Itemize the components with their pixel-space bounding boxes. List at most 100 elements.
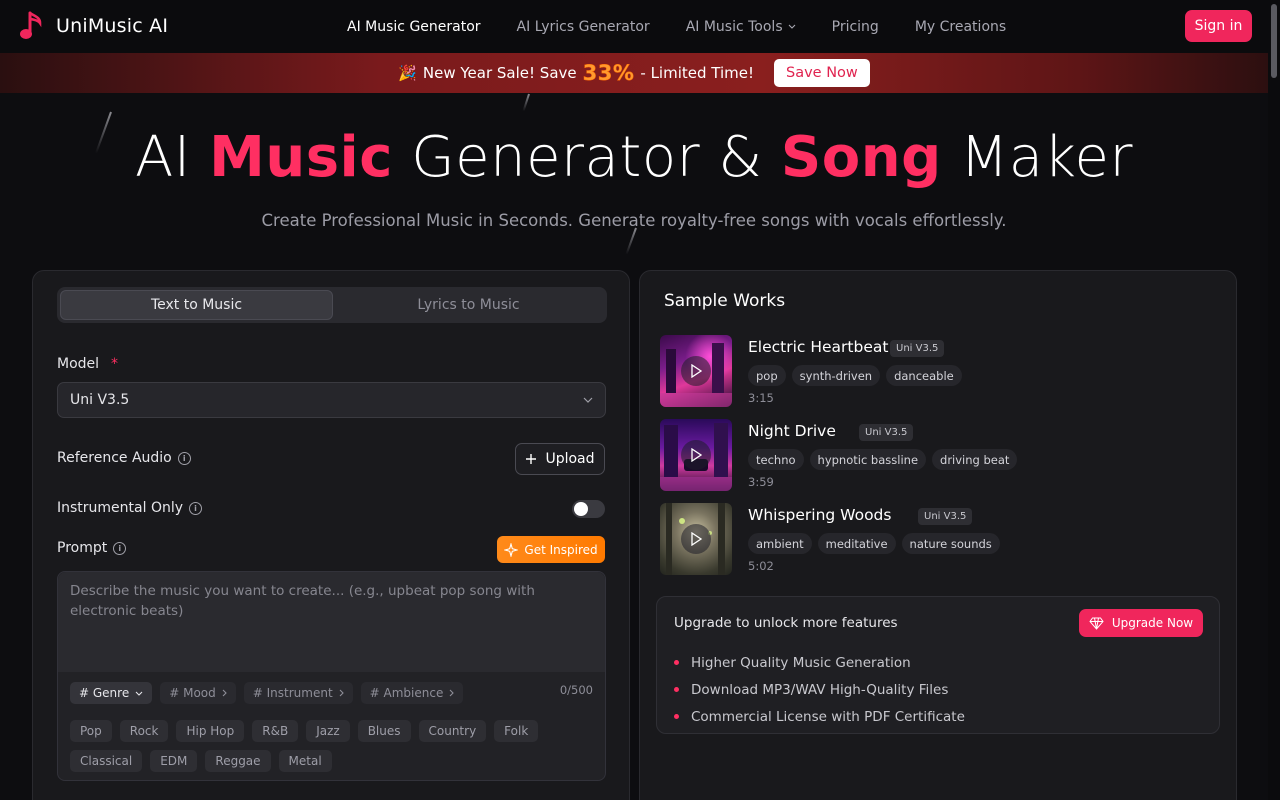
track-cover	[660, 419, 732, 491]
prompt-box: Describe the music you want to create...…	[57, 571, 606, 781]
track-tag: nature sounds	[901, 533, 1000, 554]
nav-pricing[interactable]: Pricing	[832, 19, 879, 35]
tag-tab-instrument[interactable]: # Instrument	[243, 682, 353, 704]
tag-tab-ambience-label: # Ambience	[369, 686, 444, 700]
genre-chip[interactable]: Pop	[70, 720, 112, 742]
page-scrollbar[interactable]	[1268, 0, 1280, 800]
upgrade-card: Upgrade to unlock more features Upgrade …	[656, 596, 1220, 734]
promo-lead: New Year Sale! Save	[422, 64, 577, 82]
mode-tabs: Text to Music Lyrics to Music	[57, 287, 607, 323]
upload-button[interactable]: Upload	[515, 443, 605, 475]
instrumental-label: Instrumental Only i	[57, 500, 203, 516]
save-now-button[interactable]: Save Now	[774, 59, 870, 87]
info-icon[interactable]: i	[113, 541, 127, 555]
chevron-down-icon	[135, 691, 143, 696]
upgrade-now-button[interactable]: Upgrade Now	[1079, 609, 1203, 637]
nav-my-creations[interactable]: My Creations	[915, 19, 1006, 35]
instrumental-toggle[interactable]	[572, 500, 605, 518]
hero-title-part: Generator &	[392, 125, 781, 190]
track-tags: pop synth-driven danceable	[748, 365, 962, 386]
feature-list: Higher Quality Music Generation Download…	[674, 649, 965, 730]
genre-chip[interactable]: Folk	[494, 720, 539, 742]
genre-chip[interactable]: Hip Hop	[176, 720, 245, 742]
bullet-dot	[674, 714, 679, 719]
hero-title: AI Music Generator & Song Maker	[0, 125, 1268, 190]
nav-ai-music-generator[interactable]: AI Music Generator	[347, 19, 481, 35]
genre-chip[interactable]: Blues	[357, 720, 411, 742]
info-icon[interactable]: i	[177, 451, 191, 465]
track-item[interactable]: Whispering Woods Uni V3.5 ambient medita…	[660, 503, 1220, 577]
chevron-right-icon	[222, 689, 227, 697]
genre-chip[interactable]: EDM	[150, 750, 198, 772]
track-tag: danceable	[886, 365, 962, 386]
feature-text: Download MP3/WAV High-Quality Files	[691, 681, 949, 698]
top-nav: UniMusic AI AI Music Generator AI Lyrics…	[0, 0, 1280, 53]
model-select[interactable]: Uni V3.5	[57, 382, 606, 418]
play-icon	[691, 448, 702, 462]
tag-tab-mood[interactable]: # Mood	[160, 682, 236, 704]
brand-name: UniMusic AI	[56, 15, 169, 37]
track-tag: driving beat	[932, 449, 1018, 470]
track-item[interactable]: Electric Heartbeat Uni V3.5 pop synth-dr…	[660, 335, 1220, 409]
track-tag: synth-driven	[791, 365, 881, 386]
play-button[interactable]	[681, 524, 711, 554]
track-title: Electric Heartbeat	[748, 338, 889, 356]
genre-chip[interactable]: Metal	[278, 750, 332, 772]
brand[interactable]: UniMusic AI	[18, 10, 168, 42]
bullet-dot	[674, 660, 679, 665]
feature-item: Commercial License with PDF Certificate	[674, 703, 965, 730]
hero-title-part: Maker	[941, 125, 1133, 190]
genre-chip[interactable]: Jazz	[306, 720, 350, 742]
reference-audio-label: Reference Audio i	[57, 450, 191, 466]
genre-chip[interactable]: Rock	[119, 720, 169, 742]
hero-subtitle: Create Professional Music in Seconds. Ge…	[261, 211, 1007, 230]
track-duration: 5:02	[748, 559, 774, 573]
genre-chips: Pop Rock Hip Hop R&B Jazz Blues Country …	[70, 720, 540, 772]
party-popper-icon: 🎉	[398, 64, 417, 82]
tab-lyrics-to-music[interactable]: Lyrics to Music	[333, 290, 604, 320]
tag-tab-ambience[interactable]: # Ambience	[360, 682, 464, 704]
feature-item: Higher Quality Music Generation	[674, 649, 965, 676]
play-button[interactable]	[681, 440, 711, 470]
feature-text: Commercial License with PDF Certificate	[691, 708, 965, 725]
required-marker: *	[111, 356, 119, 372]
play-icon	[691, 532, 702, 546]
track-cover	[660, 503, 732, 575]
genre-chip[interactable]: Reggae	[205, 750, 271, 772]
tag-tab-mood-label: # Mood	[169, 686, 216, 700]
diamond-icon	[1089, 617, 1104, 630]
track-tags: ambient meditative nature sounds	[748, 533, 1000, 554]
scrollbar-thumb[interactable]	[1271, 4, 1277, 78]
genre-chip[interactable]: R&B	[252, 720, 299, 742]
play-button[interactable]	[681, 356, 711, 386]
tab-text-to-music[interactable]: Text to Music	[60, 290, 333, 320]
track-item[interactable]: Night Drive Uni V3.5 techno hypnotic bas…	[660, 419, 1220, 493]
tag-tab-genre[interactable]: # Genre	[70, 682, 153, 704]
track-tag: ambient	[748, 533, 812, 554]
sign-in-button[interactable]: Sign in	[1185, 10, 1252, 42]
char-counter: 0/500	[559, 683, 593, 697]
genre-chip[interactable]: Country	[418, 720, 487, 742]
get-inspired-label: Get Inspired	[524, 542, 598, 557]
bullet-dot	[674, 687, 679, 692]
play-icon	[691, 364, 702, 378]
instrumental-text: Instrumental Only	[57, 500, 184, 516]
sparkle-icon	[504, 542, 519, 557]
info-icon[interactable]: i	[189, 501, 203, 515]
model-badge: Uni V3.5	[918, 508, 973, 525]
track-title: Night Drive	[748, 422, 836, 440]
tag-category-tabs: # Genre # Mood # Instrument # Ambience	[70, 682, 464, 704]
prompt-textarea[interactable]: Describe the music you want to create...…	[58, 572, 605, 672]
get-inspired-button[interactable]: Get Inspired	[497, 536, 605, 563]
feature-item: Download MP3/WAV High-Quality Files	[674, 676, 965, 703]
upgrade-now-label: Upgrade Now	[1111, 616, 1194, 630]
track-tag: hypnotic bassline	[809, 449, 927, 470]
nav-ai-music-tools[interactable]: AI Music Tools	[686, 19, 796, 35]
genre-chip[interactable]: Classical	[70, 750, 143, 772]
model-badge: Uni V3.5	[859, 424, 914, 441]
promo-percent: 33%	[582, 61, 635, 86]
promo-text: 🎉 New Year Sale! Save 33% - Limited Time…	[398, 61, 754, 86]
nav-ai-lyrics-generator[interactable]: AI Lyrics Generator	[517, 19, 650, 35]
chevron-down-icon	[583, 397, 593, 403]
model-label: Model *	[57, 356, 118, 372]
